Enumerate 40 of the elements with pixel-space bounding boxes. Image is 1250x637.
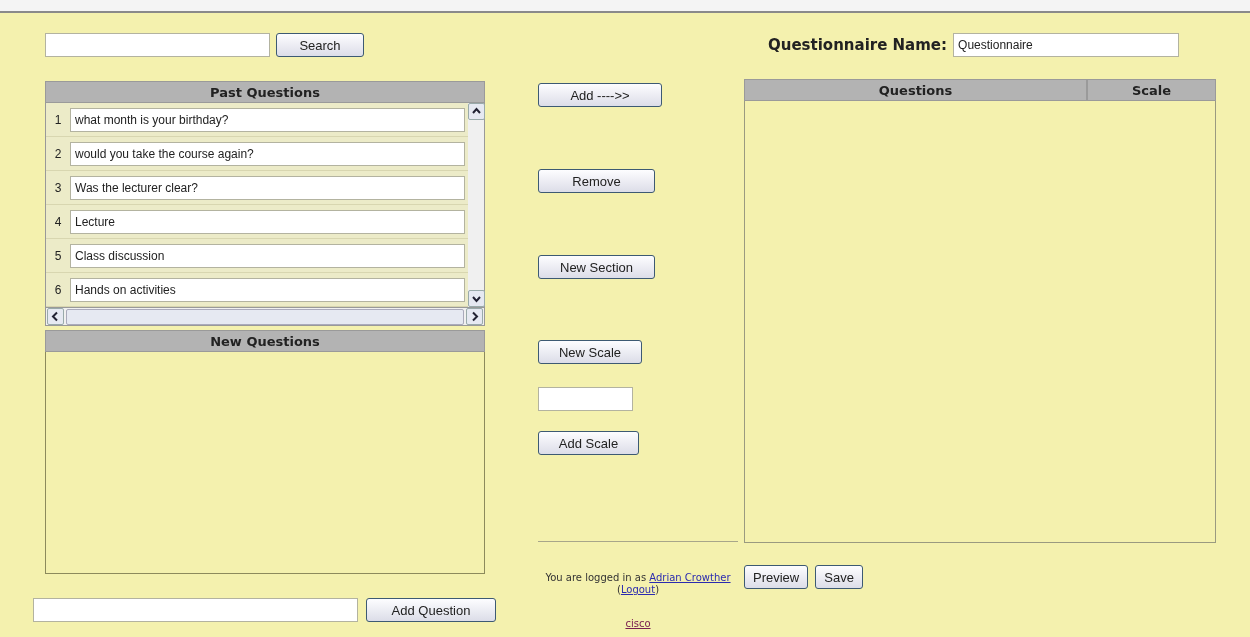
remove-button[interactable]: Remove <box>538 169 655 193</box>
question-field[interactable]: Lecture <box>70 209 465 234</box>
preview-button[interactable]: Preview <box>744 565 809 589</box>
questionnaire-name-label: Questionnaire Name: <box>768 36 948 54</box>
new-scale-button[interactable]: New Scale <box>538 340 642 364</box>
row-number: 5 <box>53 248 63 263</box>
row-number: 2 <box>53 146 63 161</box>
questionnaire-name-field[interactable]: Questionnaire <box>953 33 1180 57</box>
question-field[interactable]: Hands on activities <box>70 277 465 302</box>
user-link[interactable]: Adrian Crowther <box>649 572 731 583</box>
new-questions-header: New Questions <box>45 330 485 352</box>
scrollbar[interactable] <box>468 103 484 307</box>
save-button[interactable]: Save <box>815 565 863 589</box>
row-number: 1 <box>53 112 63 127</box>
scale-field[interactable] <box>538 387 633 411</box>
add-question-button[interactable]: Add Question <box>366 598 496 622</box>
row-number: 3 <box>53 180 63 195</box>
question-field[interactable]: Was the lecturer clear? <box>70 175 465 200</box>
question-field[interactable]: Class discussion <box>70 243 465 268</box>
search-field[interactable] <box>45 33 270 57</box>
past-questions-header: Past Questions <box>45 81 485 103</box>
question-field[interactable] <box>33 598 358 622</box>
column-header: Questions <box>744 79 1087 101</box>
question-field[interactable]: would you take the course again? <box>70 141 465 166</box>
scroll-up-icon[interactable] <box>468 103 485 120</box>
row-number: 6 <box>53 282 63 297</box>
scroll-right-icon[interactable] <box>466 308 483 325</box>
row-number: 4 <box>53 214 63 229</box>
site-link[interactable]: cisco <box>625 618 651 629</box>
login-status: You are logged in as Adrian Crowther (Logout) <box>544 572 732 596</box>
add-button[interactable]: Add ---->> <box>538 83 662 107</box>
column-header: Scale <box>1087 79 1216 101</box>
logout-link[interactable]: Logout <box>620 584 656 595</box>
scroll-left-icon[interactable] <box>47 308 64 325</box>
new-section-button[interactable]: New Section <box>538 255 655 279</box>
question-field[interactable]: what month is your birthday? <box>70 107 465 132</box>
horizontal-scrollbar[interactable] <box>45 308 485 326</box>
scroll-down-icon[interactable] <box>468 290 485 307</box>
search-button[interactable]: Search <box>276 33 364 57</box>
add-scale-button[interactable]: Add Scale <box>538 431 639 455</box>
